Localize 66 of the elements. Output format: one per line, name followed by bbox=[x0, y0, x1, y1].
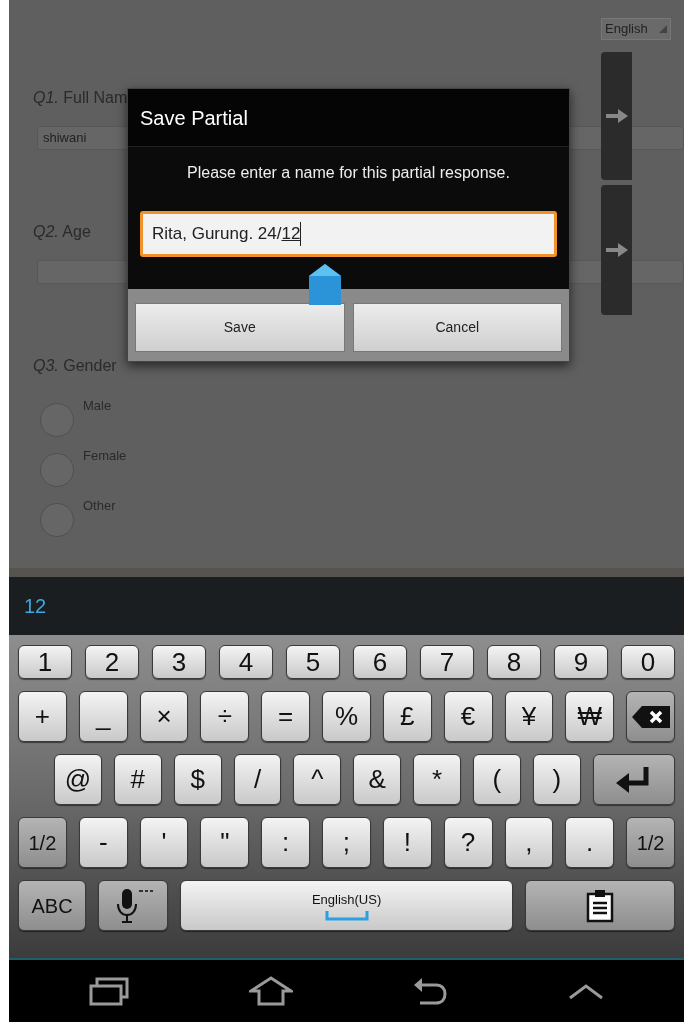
home-icon[interactable] bbox=[248, 976, 293, 1006]
keyboard-key[interactable]: 2 bbox=[85, 645, 139, 679]
keyboard-key[interactable]: : bbox=[261, 817, 311, 868]
dialog-button[interactable]: Cancel bbox=[352, 303, 562, 352]
clipboard-key[interactable] bbox=[525, 880, 675, 931]
space-icon bbox=[324, 911, 369, 922]
backspace-icon bbox=[631, 705, 670, 728]
keyboard-key[interactable]: ( bbox=[473, 754, 521, 805]
keyboard-key[interactable]: = bbox=[261, 691, 311, 742]
recent-apps-icon[interactable] bbox=[88, 976, 129, 1006]
space-key[interactable]: English(US) bbox=[180, 880, 513, 931]
arrow-right-icon bbox=[605, 243, 628, 257]
keyboard-key[interactable]: 1 bbox=[18, 645, 72, 679]
keyboard-key[interactable]: $ bbox=[173, 754, 222, 805]
keyboard-key[interactable]: . bbox=[565, 817, 615, 868]
keyboard-key[interactable]: ÷ bbox=[200, 691, 250, 742]
keyboard-key[interactable]: @ bbox=[54, 754, 102, 805]
keyboard-key[interactable]: € bbox=[443, 691, 493, 742]
keyboard-key[interactable]: 5 bbox=[286, 645, 340, 679]
keyboard-key[interactable]: * bbox=[413, 754, 461, 805]
enter-icon bbox=[615, 766, 652, 793]
keyboard-key[interactable]: ' bbox=[139, 817, 189, 868]
keyboard-key[interactable]: ^ bbox=[293, 754, 342, 805]
keyboard-key[interactable]: ₩ bbox=[565, 691, 615, 742]
backspace-key[interactable] bbox=[626, 691, 675, 742]
clipboard-icon bbox=[586, 888, 614, 923]
next-arrow-button[interactable] bbox=[601, 52, 632, 180]
keyboard-key[interactable]: ABC bbox=[18, 880, 87, 931]
caret-up-icon[interactable] bbox=[568, 982, 605, 1000]
keyboard-key[interactable]: ) bbox=[532, 754, 581, 805]
keyboard-key[interactable]: / bbox=[233, 754, 282, 805]
keyboard-key[interactable]: , bbox=[504, 817, 554, 868]
back-icon[interactable] bbox=[412, 976, 449, 1006]
keyboard-key[interactable]: % bbox=[322, 691, 371, 742]
keyboard-key[interactable]: £ bbox=[382, 691, 432, 742]
keyboard-key[interactable]: # bbox=[113, 754, 162, 805]
dialog-message: Please enter a name for this partial response. bbox=[187, 163, 510, 183]
keyboard-key[interactable]: 3 bbox=[152, 645, 206, 679]
keyboard-key[interactable]: + bbox=[18, 691, 67, 742]
keyboard-key[interactable]: ¥ bbox=[504, 691, 554, 742]
next-arrow-button[interactable] bbox=[601, 185, 632, 315]
suggestion-text[interactable]: 12 bbox=[24, 591, 47, 621]
arrow-right-icon bbox=[605, 109, 628, 123]
keyboard-key[interactable]: 1/2 bbox=[18, 817, 67, 868]
keyboard-key[interactable]: 6 bbox=[353, 645, 407, 679]
name-input-field[interactable]: Rita, Gurung. 24/12 bbox=[140, 211, 557, 257]
dialog-button[interactable]: Save bbox=[135, 303, 345, 352]
enter-key[interactable] bbox=[592, 754, 675, 805]
dropdown-icon bbox=[659, 25, 667, 33]
keyboard-key[interactable]: ! bbox=[382, 817, 432, 868]
keyboard-key[interactable]: 9 bbox=[554, 645, 608, 679]
keyboard-key[interactable]: 8 bbox=[487, 645, 541, 679]
keyboard-key[interactable]: 0 bbox=[621, 645, 675, 679]
keyboard-key[interactable]: 1/2 bbox=[626, 817, 675, 868]
keyboard-key[interactable]: - bbox=[78, 817, 128, 868]
keyboard-key[interactable]: ; bbox=[322, 817, 371, 868]
dialog-title: Save Partial bbox=[140, 105, 248, 131]
keyboard-key[interactable]: 7 bbox=[420, 645, 474, 679]
keyboard-key[interactable]: 4 bbox=[219, 645, 273, 679]
cursor-handle-icon[interactable] bbox=[309, 264, 341, 305]
keyboard-key[interactable]: " bbox=[200, 817, 250, 868]
keyboard-key[interactable]: × bbox=[139, 691, 189, 742]
keyboard-key[interactable]: _ bbox=[78, 691, 128, 742]
keyboard-key[interactable]: ? bbox=[443, 817, 493, 868]
microphone-key[interactable] bbox=[98, 880, 169, 931]
keyboard-key[interactable]: & bbox=[353, 754, 402, 805]
